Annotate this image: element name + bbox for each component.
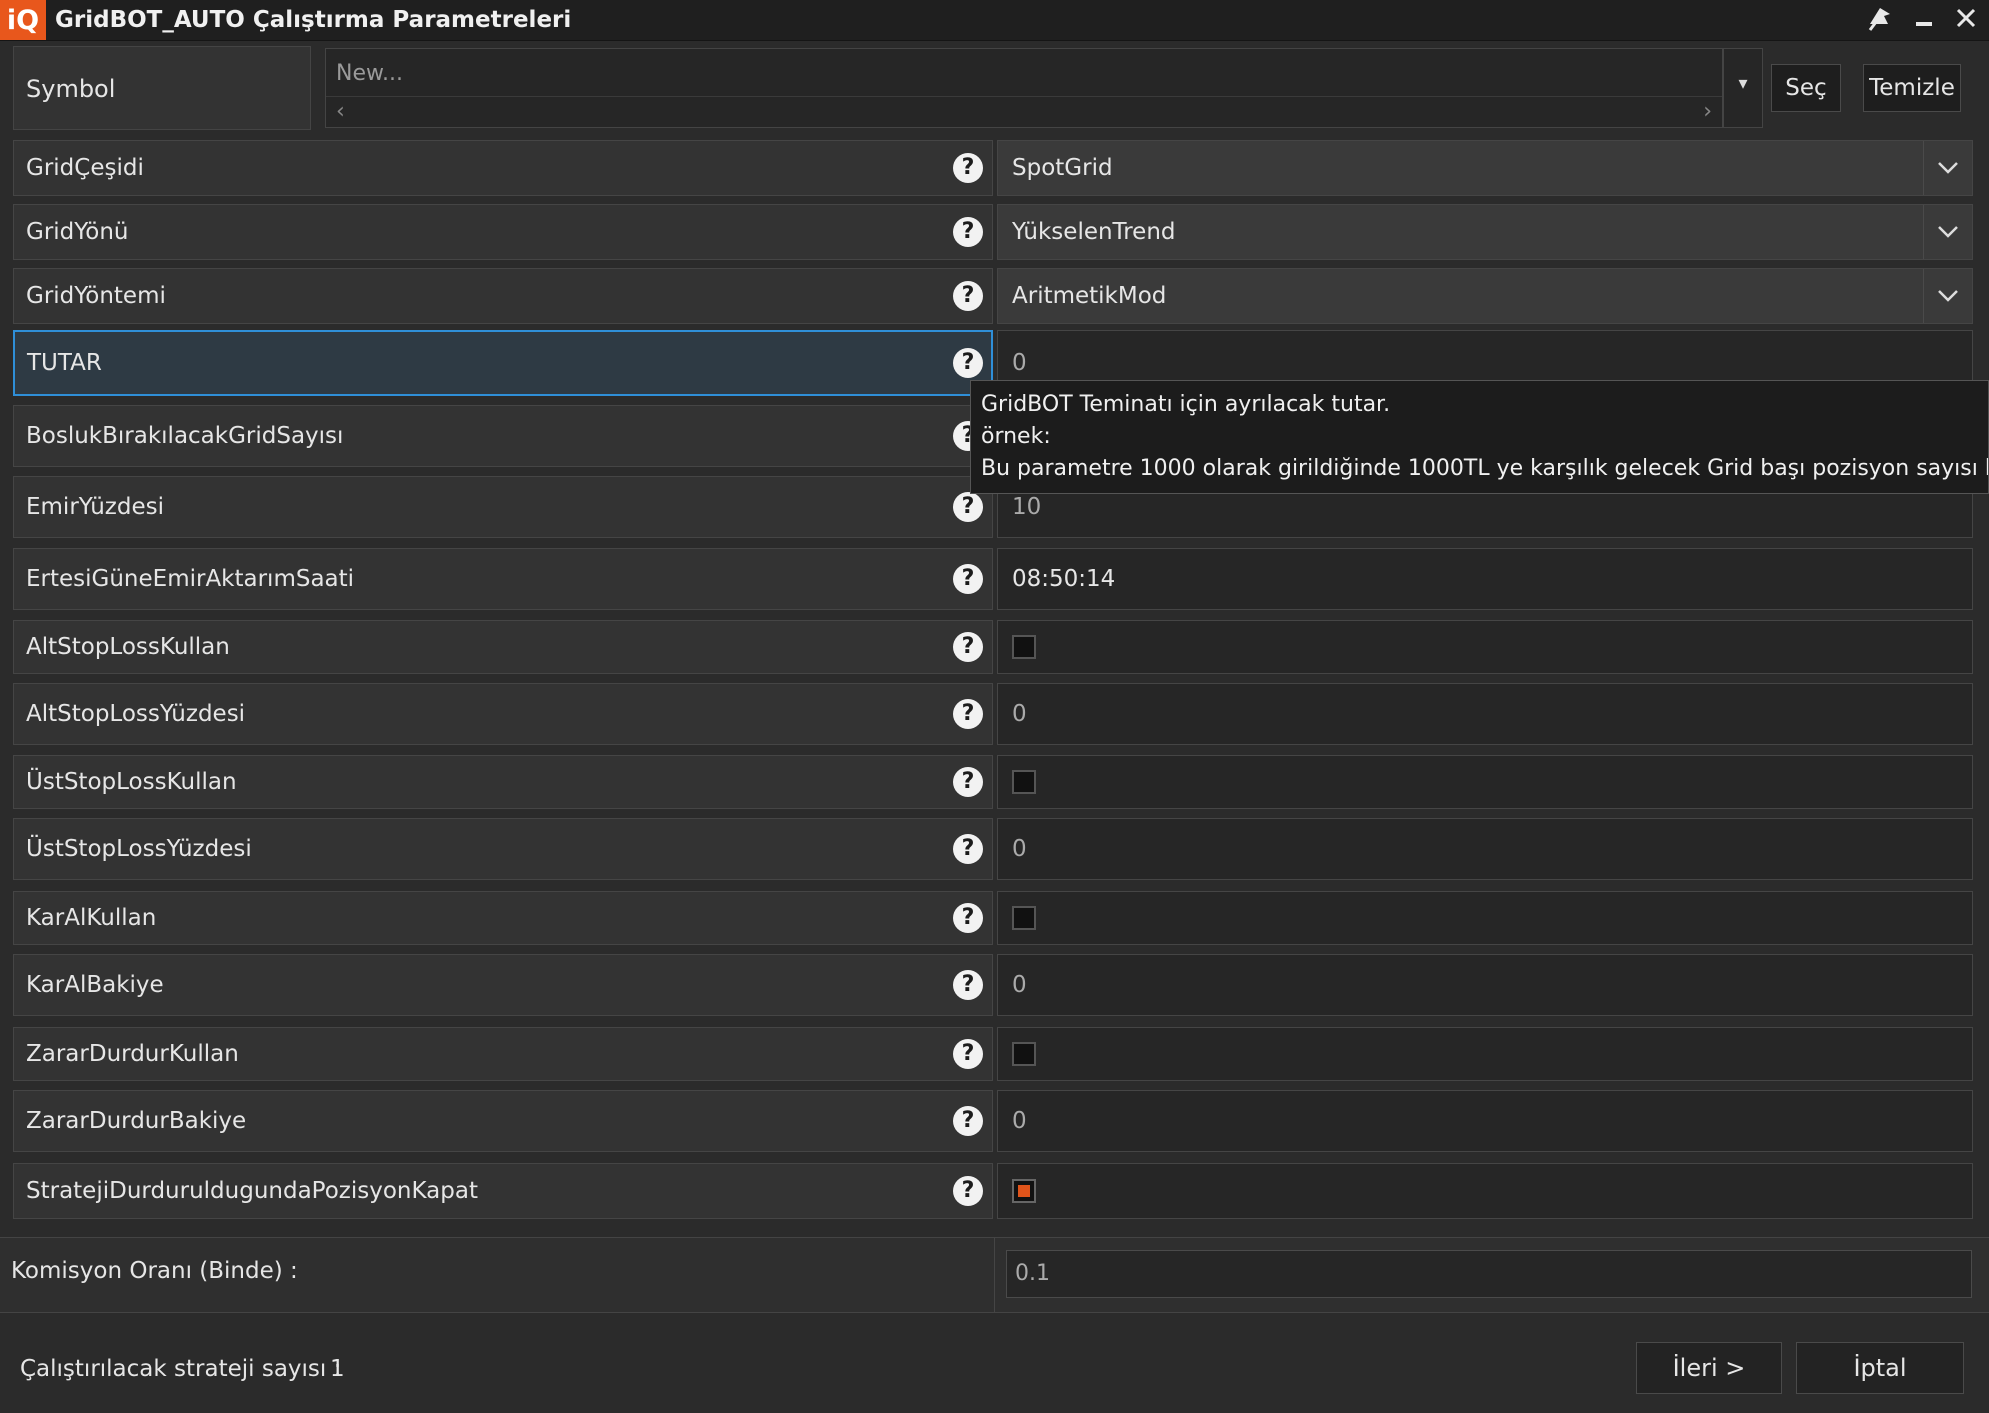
param-label: ZararDurdurBakiye <box>13 1090 993 1152</box>
ust-stoploss-checkbox[interactable] <box>1012 770 1036 794</box>
help-icon[interactable]: ? <box>953 217 983 247</box>
pin-icon[interactable] <box>1864 4 1896 36</box>
next-button[interactable]: İleri > <box>1636 1342 1782 1394</box>
help-icon[interactable]: ? <box>953 834 983 864</box>
checkbox-cell <box>997 755 1973 809</box>
checkbox-cell <box>997 891 1973 945</box>
checkbox-cell <box>997 1027 1973 1081</box>
grid-cesidi-select[interactable]: SpotGrid <box>997 140 1973 196</box>
zarar-durdur-bakiye-input[interactable]: 0 <box>997 1090 1973 1152</box>
symbol-input[interactable]: New... ‹ › <box>325 48 1723 128</box>
checkbox-cell <box>997 1163 1973 1219</box>
scroll-left-icon[interactable]: ‹ <box>336 99 345 124</box>
ust-stoploss-yuzdesi-input[interactable]: 0 <box>997 818 1973 880</box>
select-value: YükselenTrend <box>1012 219 1176 245</box>
param-row-strateji-pozisyon-kapat: StratejiDurduruldugundaPozisyonKapat ? <box>13 1163 1973 1219</box>
param-label: AltStopLossKullan <box>13 620 993 674</box>
symbol-label: Symbol <box>13 46 311 130</box>
help-icon[interactable]: ? <box>953 1039 983 1069</box>
caret-down-icon: ▾ <box>1738 73 1748 94</box>
alt-stoploss-yuzdesi-input[interactable]: 0 <box>997 683 1973 745</box>
karal-checkbox[interactable] <box>1012 906 1036 930</box>
karal-bakiye-input[interactable]: 0 <box>997 954 1973 1016</box>
param-row-alt-stoploss-kullan: AltStopLossKullan ? <box>13 620 1973 674</box>
symbol-hscrollbar[interactable]: ‹ › <box>326 96 1722 127</box>
window-title: GridBOT_AUTO Çalıştırma Parametreleri <box>55 7 572 33</box>
help-icon[interactable]: ? <box>953 153 983 183</box>
divider <box>994 1238 995 1312</box>
tooltip: GridBOT Teminatı için ayrılacak tutar. ö… <box>970 380 1989 494</box>
help-icon[interactable]: ? <box>953 632 983 662</box>
param-row-ertesi-gun: ErtesiGüneEmirAktarımSaati ? 08:50:14 <box>13 548 1973 610</box>
param-row-grid-cesidi: GridÇeşidi ? SpotGrid <box>13 140 1973 196</box>
param-row-grid-yonu: GridYönü ? YükselenTrend <box>13 204 1973 260</box>
param-row-zarar-durdur-kullan: ZararDurdurKullan ? <box>13 1027 1973 1081</box>
help-icon[interactable]: ? <box>953 281 983 311</box>
param-label: ZararDurdurKullan <box>13 1027 993 1081</box>
help-icon[interactable]: ? <box>953 1106 983 1136</box>
param-label: EmirYüzdesi <box>13 476 993 538</box>
param-row-alt-stoploss-yuzdesi: AltStopLossYüzdesi ? 0 <box>13 683 1973 745</box>
grid-yonu-select[interactable]: YükselenTrend <box>997 204 1973 260</box>
help-icon[interactable]: ? <box>953 1176 983 1206</box>
komisyon-section: Komisyon Oranı (Binde) : 0.1 <box>0 1237 1989 1313</box>
param-label: ÜstStopLossYüzdesi <box>13 818 993 880</box>
help-icon[interactable]: ? <box>953 348 983 378</box>
select-value: AritmetikMod <box>1012 283 1167 309</box>
help-icon[interactable]: ? <box>953 970 983 1000</box>
grid-yontemi-select[interactable]: AritmetikMod <box>997 268 1973 324</box>
cancel-button[interactable]: İptal <box>1796 1342 1964 1394</box>
param-row-ust-stoploss-kullan: ÜstStopLossKullan ? <box>13 755 1973 809</box>
tooltip-line: Bu parametre 1000 olarak girildiğinde 10… <box>981 456 1989 481</box>
clear-button[interactable]: Temizle <box>1863 64 1961 112</box>
help-icon[interactable]: ? <box>953 767 983 797</box>
param-label: KarAlKullan <box>13 891 993 945</box>
param-row-ust-stoploss-yuzdesi: ÜstStopLossYüzdesi ? 0 <box>13 818 1973 880</box>
strategy-count: 1 <box>330 1356 345 1382</box>
pozisyon-kapat-checkbox[interactable] <box>1012 1179 1036 1203</box>
footer: Çalıştırılacak strateji sayısı : 1 İleri… <box>0 1320 1989 1413</box>
ertesi-gun-time-input[interactable]: 08:50:14 <box>997 548 1973 610</box>
help-icon[interactable]: ? <box>953 903 983 933</box>
param-label: TUTAR <box>13 330 993 396</box>
chevron-down-icon[interactable] <box>1923 205 1972 259</box>
param-row-karal-kullan: KarAlKullan ? <box>13 891 1973 945</box>
tooltip-line: örnek: <box>981 424 1051 449</box>
symbol-row: Symbol New... ‹ › ▾ Seç Temizle <box>13 46 1973 132</box>
symbol-placeholder: New... <box>336 61 403 86</box>
symbol-dropdown-button[interactable]: ▾ <box>1723 48 1763 128</box>
param-label: StratejiDurduruldugundaPozisyonKapat <box>13 1163 993 1219</box>
close-icon[interactable] <box>1950 4 1982 36</box>
param-label: GridYönü <box>13 204 993 260</box>
param-label: GridYöntemi <box>13 268 993 324</box>
zarar-durdur-checkbox[interactable] <box>1012 1042 1036 1066</box>
checkbox-cell <box>997 620 1973 674</box>
param-label: ErtesiGüneEmirAktarımSaati <box>13 548 993 610</box>
komisyon-input[interactable]: 0.1 <box>1006 1250 1972 1298</box>
strategy-count-label: Çalıştırılacak strateji sayısı : <box>20 1356 342 1382</box>
scroll-right-icon[interactable]: › <box>1703 99 1712 124</box>
help-icon[interactable]: ? <box>953 699 983 729</box>
chevron-down-icon[interactable] <box>1923 141 1972 195</box>
param-row-grid-yontemi: GridYöntemi ? AritmetikMod <box>13 268 1973 324</box>
alt-stoploss-checkbox[interactable] <box>1012 635 1036 659</box>
minimize-icon[interactable] <box>1908 4 1940 36</box>
param-label: AltStopLossYüzdesi <box>13 683 993 745</box>
param-row-karal-bakiye: KarAlBakiye ? 0 <box>13 954 1973 1016</box>
select-value: SpotGrid <box>1012 155 1113 181</box>
param-label: KarAlBakiye <box>13 954 993 1016</box>
help-icon[interactable]: ? <box>953 492 983 522</box>
param-label: GridÇeşidi <box>13 140 993 196</box>
komisyon-label: Komisyon Oranı (Binde) : <box>11 1258 298 1284</box>
select-button[interactable]: Seç <box>1771 64 1841 112</box>
help-icon[interactable]: ? <box>953 564 983 594</box>
title-bar: iQ GridBOT_AUTO Çalıştırma Parametreleri <box>0 0 1989 41</box>
chevron-down-icon[interactable] <box>1923 269 1972 323</box>
app-logo: iQ <box>0 0 46 40</box>
tooltip-line: GridBOT Teminatı için ayrılacak tutar. <box>981 392 1391 417</box>
param-row-zarar-durdur-bakiye: ZararDurdurBakiye ? 0 <box>13 1090 1973 1152</box>
param-label: BoslukBırakılacakGridSayısı <box>13 405 993 467</box>
param-label: ÜstStopLossKullan <box>13 755 993 809</box>
